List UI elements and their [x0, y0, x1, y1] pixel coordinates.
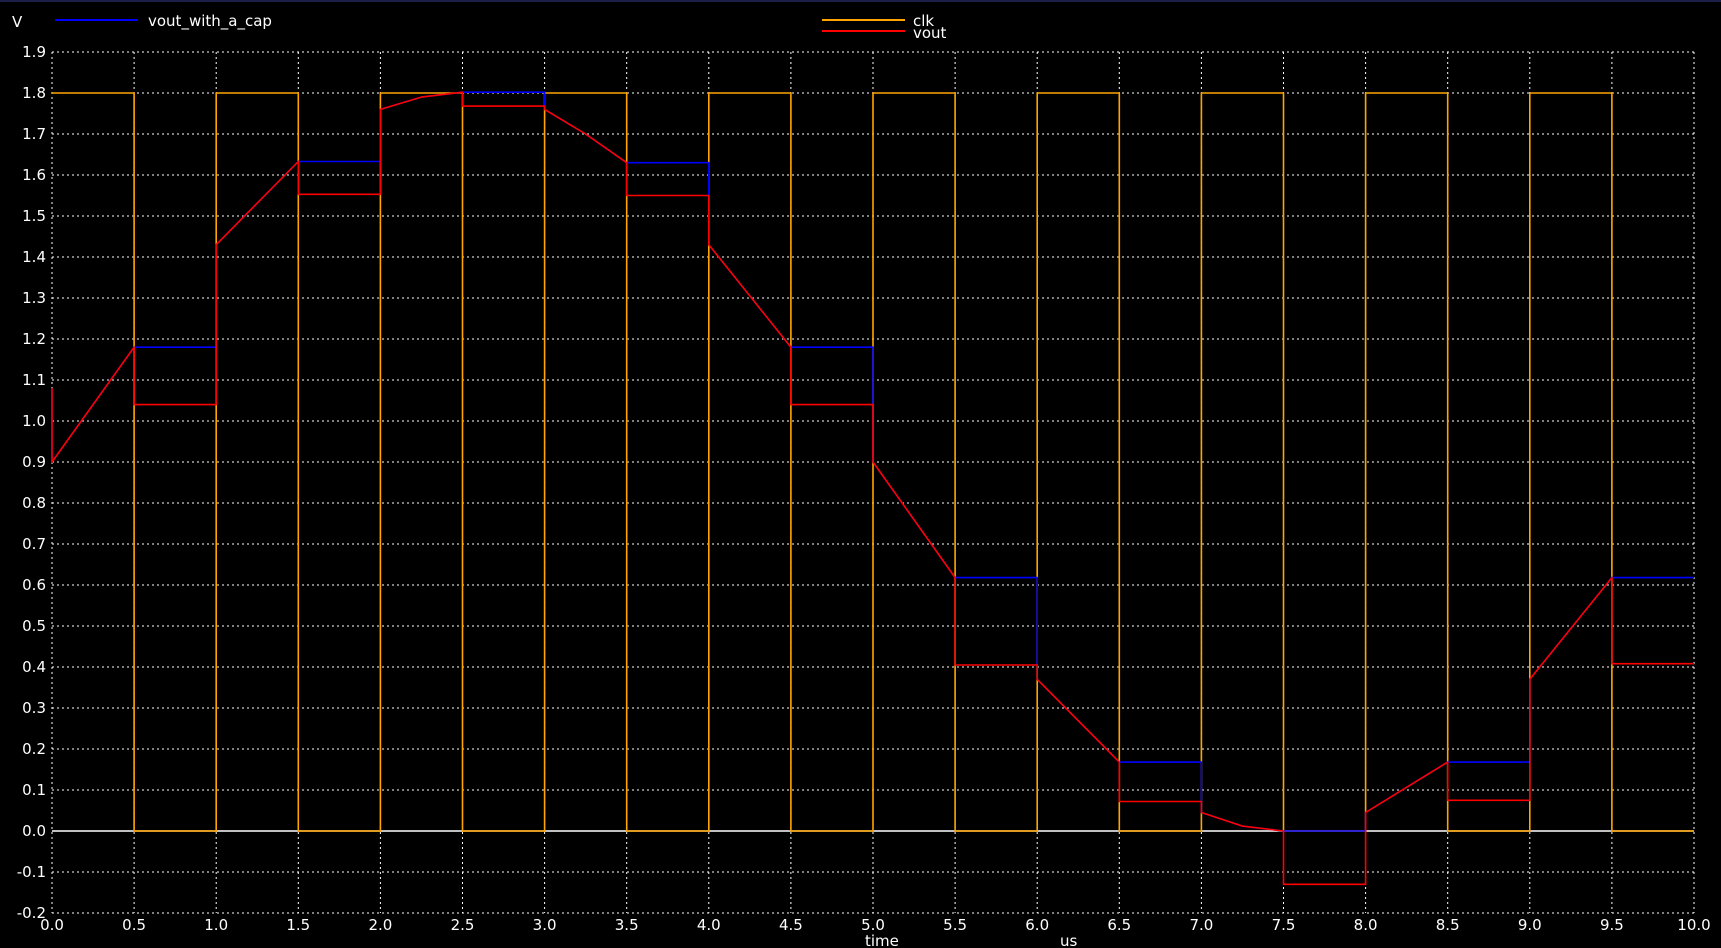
y-tick-label: 0.9 [22, 453, 46, 471]
y-tick-label: 1.3 [22, 289, 46, 307]
x-tick-label: 8.0 [1354, 916, 1378, 934]
x-tick-label: 0.0 [40, 916, 64, 934]
x-tick-label: 2.5 [451, 916, 475, 934]
x-tick-label: 3.5 [615, 916, 639, 934]
x-tick-label: 8.5 [1436, 916, 1460, 934]
y-tick-label: 1.0 [22, 412, 46, 430]
y-tick-label: 1.5 [22, 207, 46, 225]
y-tick-label: 0.2 [22, 740, 46, 758]
x-tick-label: 9.5 [1600, 916, 1624, 934]
x-axis-unit-label: us [1060, 932, 1078, 948]
x-tick-label: 7.5 [1272, 916, 1296, 934]
waveform-plot: 1.9 1.8 1.7 1.6 1.5 1.4 1.3 1.2 1.1 1.0 0.9 0.8 0.7 0… [12, 12, 1711, 948]
x-tick-label: 5.5 [943, 916, 967, 934]
y-tick-label: 1.4 [22, 248, 46, 266]
x-tick-label: 4.5 [779, 916, 803, 934]
y-tick-label: 1.9 [22, 43, 46, 61]
y-axis-unit-label: V [12, 13, 23, 31]
series-layer [51, 91, 1694, 886]
y-tick-label: 0.5 [22, 617, 46, 635]
y-tick-label: 0.1 [22, 781, 46, 799]
y-tick-label: 1.7 [22, 125, 46, 143]
y-tick-label: 0.7 [22, 535, 46, 553]
y-tick-label: 0.6 [22, 576, 46, 594]
x-tick-label: 6.5 [1107, 916, 1131, 934]
x-tick-label: 1.5 [286, 916, 310, 934]
x-tick-label: 0.5 [122, 916, 146, 934]
y-tick-label: 0.8 [22, 494, 46, 512]
y-tick-label: -0.1 [17, 863, 46, 881]
y-tick-label: 1.1 [22, 371, 46, 389]
x-tick-label: 3.0 [533, 916, 557, 934]
y-tick-label: 1.8 [22, 84, 46, 102]
y-tick-label: 1.2 [22, 330, 46, 348]
x-tick-label: 10.0 [1677, 916, 1710, 934]
x-tick-label: 4.0 [697, 916, 721, 934]
legend-item-vout-with-a-cap[interactable]: vout_with_a_cap [55, 12, 272, 31]
y-tick-label: 0.0 [22, 822, 46, 840]
x-tick-label: 6.0 [1025, 916, 1049, 934]
legend-label: vout [913, 24, 947, 42]
x-axis-label: time [865, 932, 899, 948]
y-tick-label: 1.6 [22, 166, 46, 184]
y-tick-label: 0.4 [22, 658, 46, 676]
y-tick-labels: 1.9 1.8 1.7 1.6 1.5 1.4 1.3 1.2 1.1 1.0 0.9 0.8 0.7 0… [17, 43, 46, 922]
x-tick-label: 1.0 [204, 916, 228, 934]
x-tick-label: 9.0 [1518, 916, 1542, 934]
legend-item-vout[interactable]: vout [822, 24, 947, 42]
y-tick-label: 0.3 [22, 699, 46, 717]
x-tick-label: 7.0 [1189, 916, 1213, 934]
x-tick-label: 2.0 [368, 916, 392, 934]
legend-label: vout_with_a_cap [148, 12, 272, 31]
